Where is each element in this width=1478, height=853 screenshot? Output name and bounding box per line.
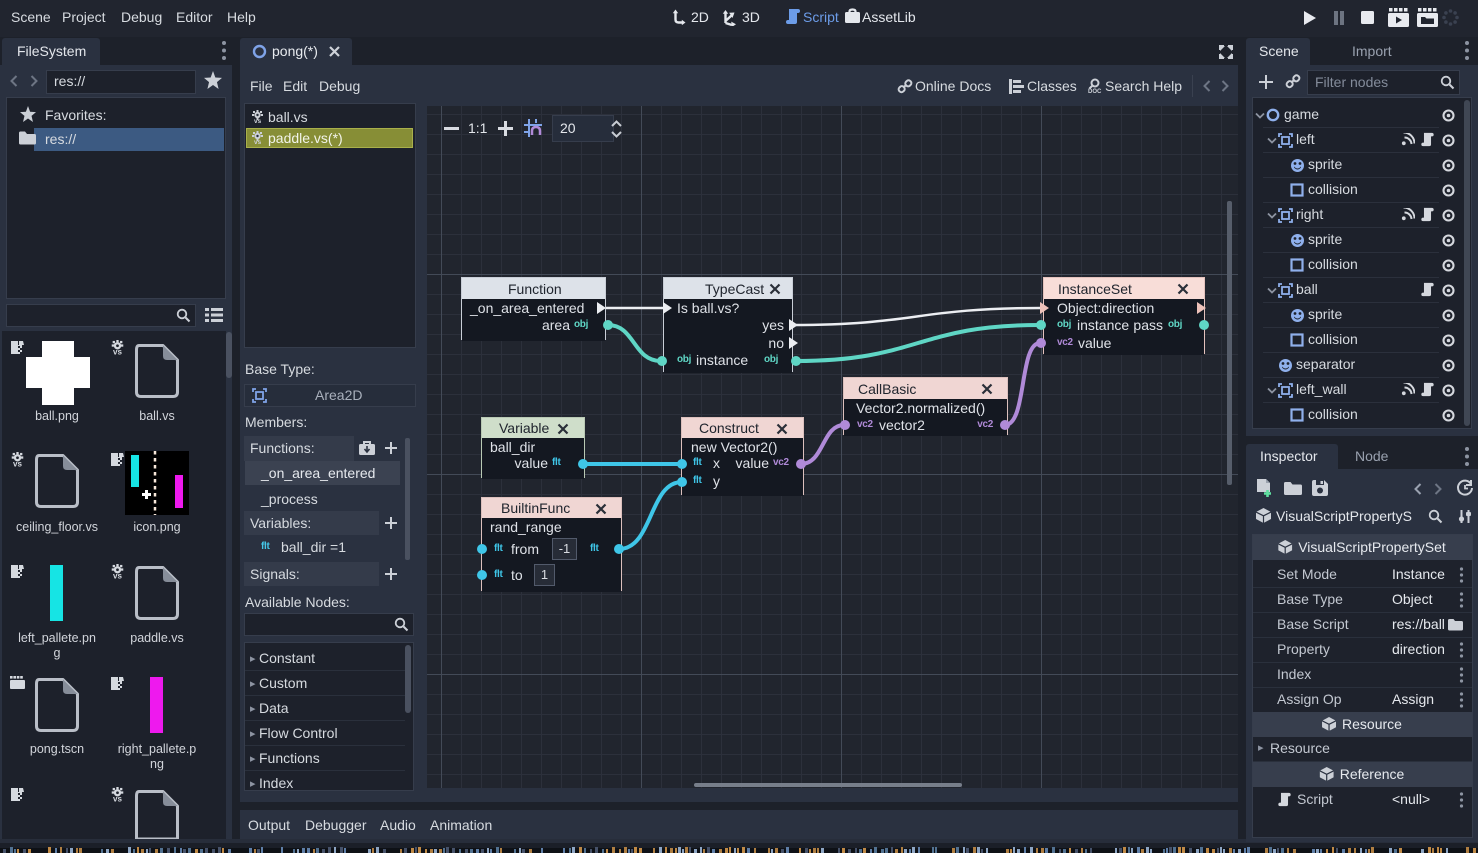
svg-text:vs: vs [254,139,262,144]
svg-text:vs: vs [254,118,262,123]
svg-text:vs: vs [13,460,22,467]
svg-text:vs: vs [113,572,122,579]
svg-text:vs: vs [113,348,122,355]
svg-text:vs: vs [113,795,122,802]
svg-text:DOC: DOC [1088,89,1102,94]
